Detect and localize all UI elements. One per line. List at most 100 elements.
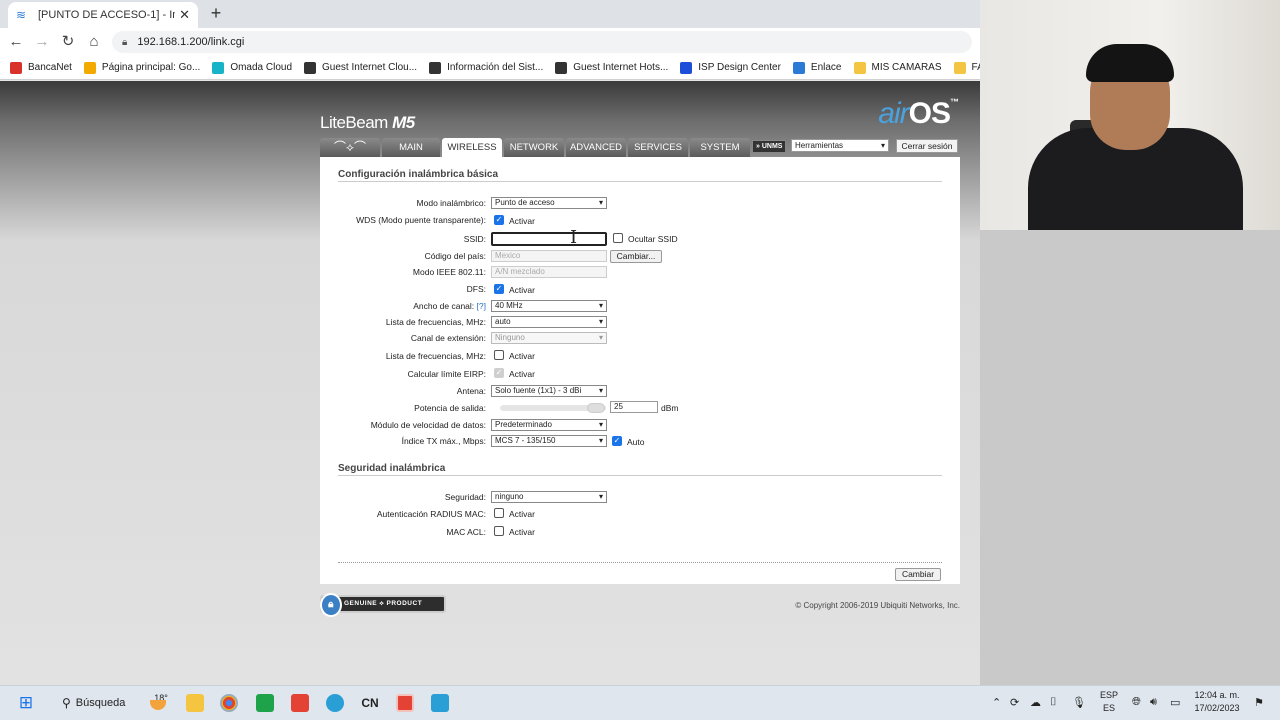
bookmark-item[interactable]: Omada Cloud	[212, 61, 292, 74]
recorder-app-icon[interactable]	[396, 694, 414, 712]
bookmark-item[interactable]: Página principal: Go...	[83, 61, 200, 74]
help-link[interactable]: [?]	[477, 301, 486, 311]
bookmark-item[interactable]: Información del Sist...	[429, 61, 544, 74]
reload-icon[interactable]: ↻	[58, 32, 78, 52]
home-icon[interactable]: ⌂	[84, 32, 104, 52]
input-language[interactable]: ESP ES	[1098, 689, 1120, 715]
ieee-mode-label: Modo IEEE 802.11:	[412, 267, 486, 277]
logout-button[interactable]: Cerrar sesión	[896, 139, 958, 153]
tools-select-value: Herramientas	[795, 141, 844, 150]
bookmark-item[interactable]: Enlace	[792, 61, 842, 74]
channel-width-select[interactable]: 40 MHz ▾	[491, 300, 607, 312]
chrome-icon[interactable]	[220, 694, 238, 712]
show-hidden-icons-icon[interactable]: ⌃	[992, 696, 1001, 709]
tab-services[interactable]: SERVICES	[628, 138, 688, 157]
security-select[interactable]: ninguno ▾	[491, 491, 607, 503]
tab-wireless[interactable]: WIRELESS	[442, 138, 502, 158]
wireless-mode-select[interactable]: Punto de acceso ▾	[491, 197, 607, 209]
change-country-button[interactable]: Cambiar...	[610, 250, 662, 263]
battery-icon[interactable]: ▭	[1170, 696, 1180, 709]
bookmarks-bar: BancaNet Página principal: Go... Omada Clo…	[0, 56, 980, 80]
bookmark-item[interactable]: ISP Design Center	[680, 61, 781, 74]
usb-icon[interactable]: ⌷	[1050, 696, 1057, 709]
bookmark-label: Información del Sist...	[447, 62, 544, 73]
cn-app-icon[interactable]: CN	[360, 693, 380, 713]
freq-list-select[interactable]: auto ▾	[491, 316, 607, 328]
tools-select[interactable]: Herramientas ▾	[791, 139, 889, 152]
tx-index-label: Índice TX máx., Mbps:	[401, 436, 486, 446]
system-clock[interactable]: 12:04 a. m. 17/02/2023	[1186, 689, 1248, 715]
bookmark-favicon-icon	[10, 61, 22, 74]
channel-width-value: 40 MHz	[495, 301, 523, 310]
address-bar[interactable]: 🔒︎ 192.168.1.200/link.cgi	[112, 31, 972, 53]
hide-ssid-checkbox[interactable]	[613, 233, 623, 243]
bookmark-item[interactable]: Guest Internet Clou...	[304, 61, 417, 74]
green-app-icon[interactable]	[256, 694, 274, 712]
bookmark-label: FACTUR	[971, 62, 980, 73]
file-explorer-icon[interactable]	[186, 694, 204, 712]
bookmark-item[interactable]: Guest Internet Hots...	[555, 61, 669, 74]
dfs-checkbox[interactable]: ✓	[494, 284, 504, 294]
bookmark-favicon-icon	[555, 61, 568, 74]
bookmark-label: Guest Internet Hots...	[573, 62, 669, 73]
cloud-icon[interactable]: ☁	[1030, 696, 1041, 709]
bookmark-favicon-icon	[429, 61, 442, 74]
freq-list-value: auto	[495, 317, 511, 326]
mac-acl-checkbox[interactable]	[494, 526, 504, 536]
ubiquiti-logo-tab[interactable]: ⌒⟡⌒	[320, 138, 380, 157]
radius-mac-checkbox[interactable]	[494, 508, 504, 518]
bookmark-item[interactable]: MIS CAMARAS	[853, 61, 942, 74]
sync-icon[interactable]: ⟳	[1010, 696, 1019, 709]
output-power-input[interactable]: 25	[610, 401, 658, 413]
bookmark-item[interactable]: BancaNet	[10, 61, 72, 74]
network-globe-icon[interactable]: 🌐︎	[1132, 696, 1141, 709]
browser-tab[interactable]: ≋ [PUNTO DE ACCESO-1] - Inalámb ✕	[8, 2, 198, 28]
unms-badge[interactable]: » UNMS	[752, 140, 787, 153]
winbox-icon[interactable]	[431, 694, 449, 712]
tab-main[interactable]: MAIN	[382, 138, 440, 157]
eirp-checkbox: ✓	[494, 368, 504, 378]
lock-icon[interactable]: 🔒︎	[122, 37, 127, 48]
chevron-down-icon: ▾	[598, 492, 603, 501]
windows-start-icon[interactable]: ⊞	[16, 693, 36, 713]
antenna-select[interactable]: Solo fuente (1x1) - 3 dBi ▾	[491, 385, 607, 397]
section-divider	[338, 475, 942, 476]
apply-change-button[interactable]: Cambiar	[895, 568, 941, 581]
notification-icon[interactable]: ⚑	[1254, 696, 1264, 709]
bookmark-label: Enlace	[810, 62, 842, 73]
tx-auto-label: Auto	[627, 437, 645, 447]
ext-channel-label: Canal de extensión:	[410, 333, 486, 343]
wifi-favicon-icon: ≋	[16, 8, 27, 22]
wds-checkbox[interactable]: ✓	[494, 215, 504, 225]
taskbar-search[interactable]: ⚲ Búsqueda	[50, 691, 134, 715]
volume-icon[interactable]: 🔊︎	[1150, 696, 1157, 709]
genuine-product-badge: 🔒︎ GENUINE ⟡ PRODUCT	[320, 593, 446, 617]
microphone-icon[interactable]: 🎙︎	[1072, 696, 1086, 709]
brand-name: LiteBeam	[320, 113, 388, 132]
eirp-check-label: Activar	[509, 369, 535, 379]
network-tool-icon[interactable]	[326, 694, 344, 712]
rate-module-select[interactable]: Predeterminado ▾	[491, 419, 607, 431]
tx-auto-checkbox[interactable]: ✓	[612, 436, 622, 446]
tx-index-select[interactable]: MCS 7 - 135/150 ▾	[491, 435, 607, 447]
radius-mac-check-label: Activar	[509, 509, 535, 519]
chevron-down-icon: ▾	[598, 436, 603, 445]
tab-system[interactable]: SYSTEM	[690, 138, 750, 157]
bookmark-favicon-icon	[212, 61, 225, 74]
close-tab-icon[interactable]: ✕	[179, 7, 190, 23]
device-brand: LiteBeam M5	[320, 113, 415, 133]
slider-handle[interactable]	[587, 403, 605, 413]
tab-advanced[interactable]: ADVANCED	[566, 138, 626, 157]
unms-label: UNMS	[761, 143, 783, 150]
ssid-input[interactable]	[491, 232, 607, 246]
bookmark-favicon-icon	[853, 61, 866, 74]
new-tab-button[interactable]: +	[206, 4, 226, 24]
bookmark-item[interactable]: FACTUR	[953, 61, 980, 74]
freq-list2-checkbox[interactable]	[494, 350, 504, 360]
red-app-icon[interactable]	[291, 694, 309, 712]
forward-icon[interactable]: →	[32, 32, 52, 52]
ieee-mode-field: A/N mezclado	[491, 266, 607, 278]
back-icon[interactable]: ←	[6, 32, 26, 52]
tab-network[interactable]: NETWORK	[504, 138, 564, 157]
basic-section-title: Configuración inalámbrica básica	[338, 169, 499, 180]
